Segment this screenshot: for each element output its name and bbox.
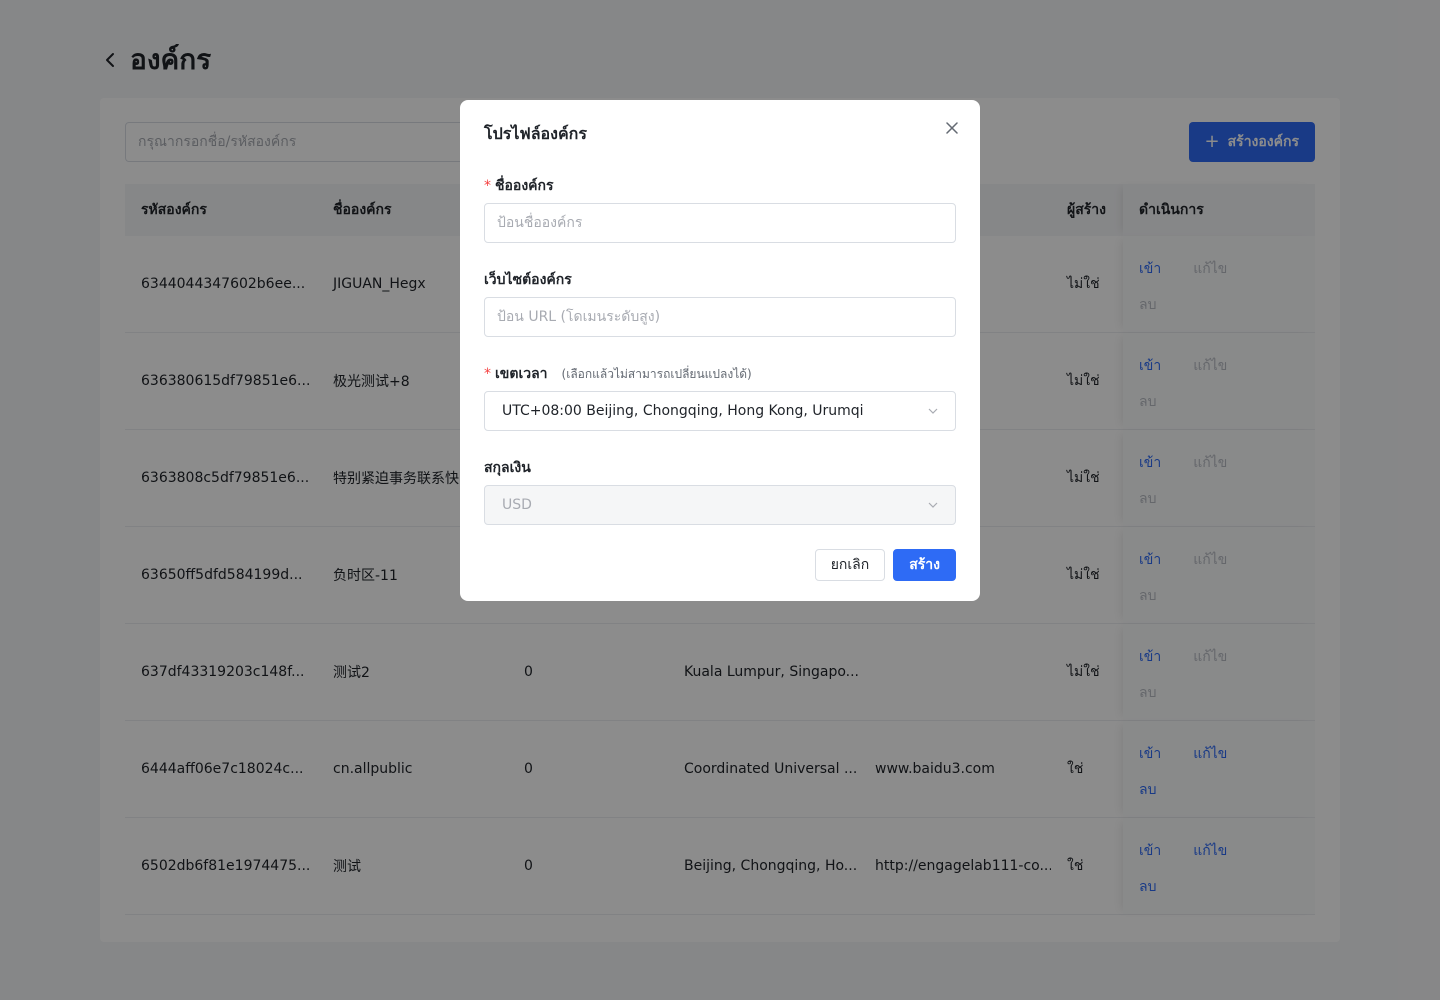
cancel-button[interactable]: ยกเลิก [814,549,886,581]
org-name-input[interactable] [484,203,956,243]
required-mark: * [484,178,491,194]
modal-footer: ยกเลิก สร้าง [814,549,956,581]
currency-label: สกุลเงิน [484,457,531,479]
timezone-hint: (เลือกแล้วไม่สามารถเปลี่ยนแปลงได้) [561,366,752,381]
currency-select: USD [484,485,956,525]
timezone-label: * เขตเวลา (เลือกแล้วไม่สามารถเปลี่ยนแปลง… [484,363,752,385]
org-website-label: เว็บไซต์องค์กร [484,269,572,291]
org-name-label: * ชื่อองค์กร [484,175,554,197]
modal-title: โปรไฟล์องค์กร [484,124,587,143]
timezone-value: UTC+08:00 Beijing, Chongqing, Hong Kong,… [502,403,864,419]
create-button[interactable]: สร้าง [893,549,956,581]
chevron-down-icon [927,405,939,417]
timezone-label-text: เขตเวลา [495,366,548,382]
timezone-select[interactable]: UTC+08:00 Beijing, Chongqing, Hong Kong,… [484,391,956,431]
org-website-label-text: เว็บไซต์องค์กร [484,272,572,288]
currency-label-text: สกุลเงิน [484,460,531,476]
required-mark: * [484,366,491,382]
chevron-down-icon [927,499,939,511]
currency-value: USD [502,497,532,513]
close-icon[interactable] [944,120,960,136]
org-name-label-text: ชื่อองค์กร [495,178,554,194]
org-website-input[interactable] [484,297,956,337]
organization-profile-modal: โปรไฟล์องค์กร * ชื่อองค์กร เว็บไซต์องค์ก… [460,100,980,601]
